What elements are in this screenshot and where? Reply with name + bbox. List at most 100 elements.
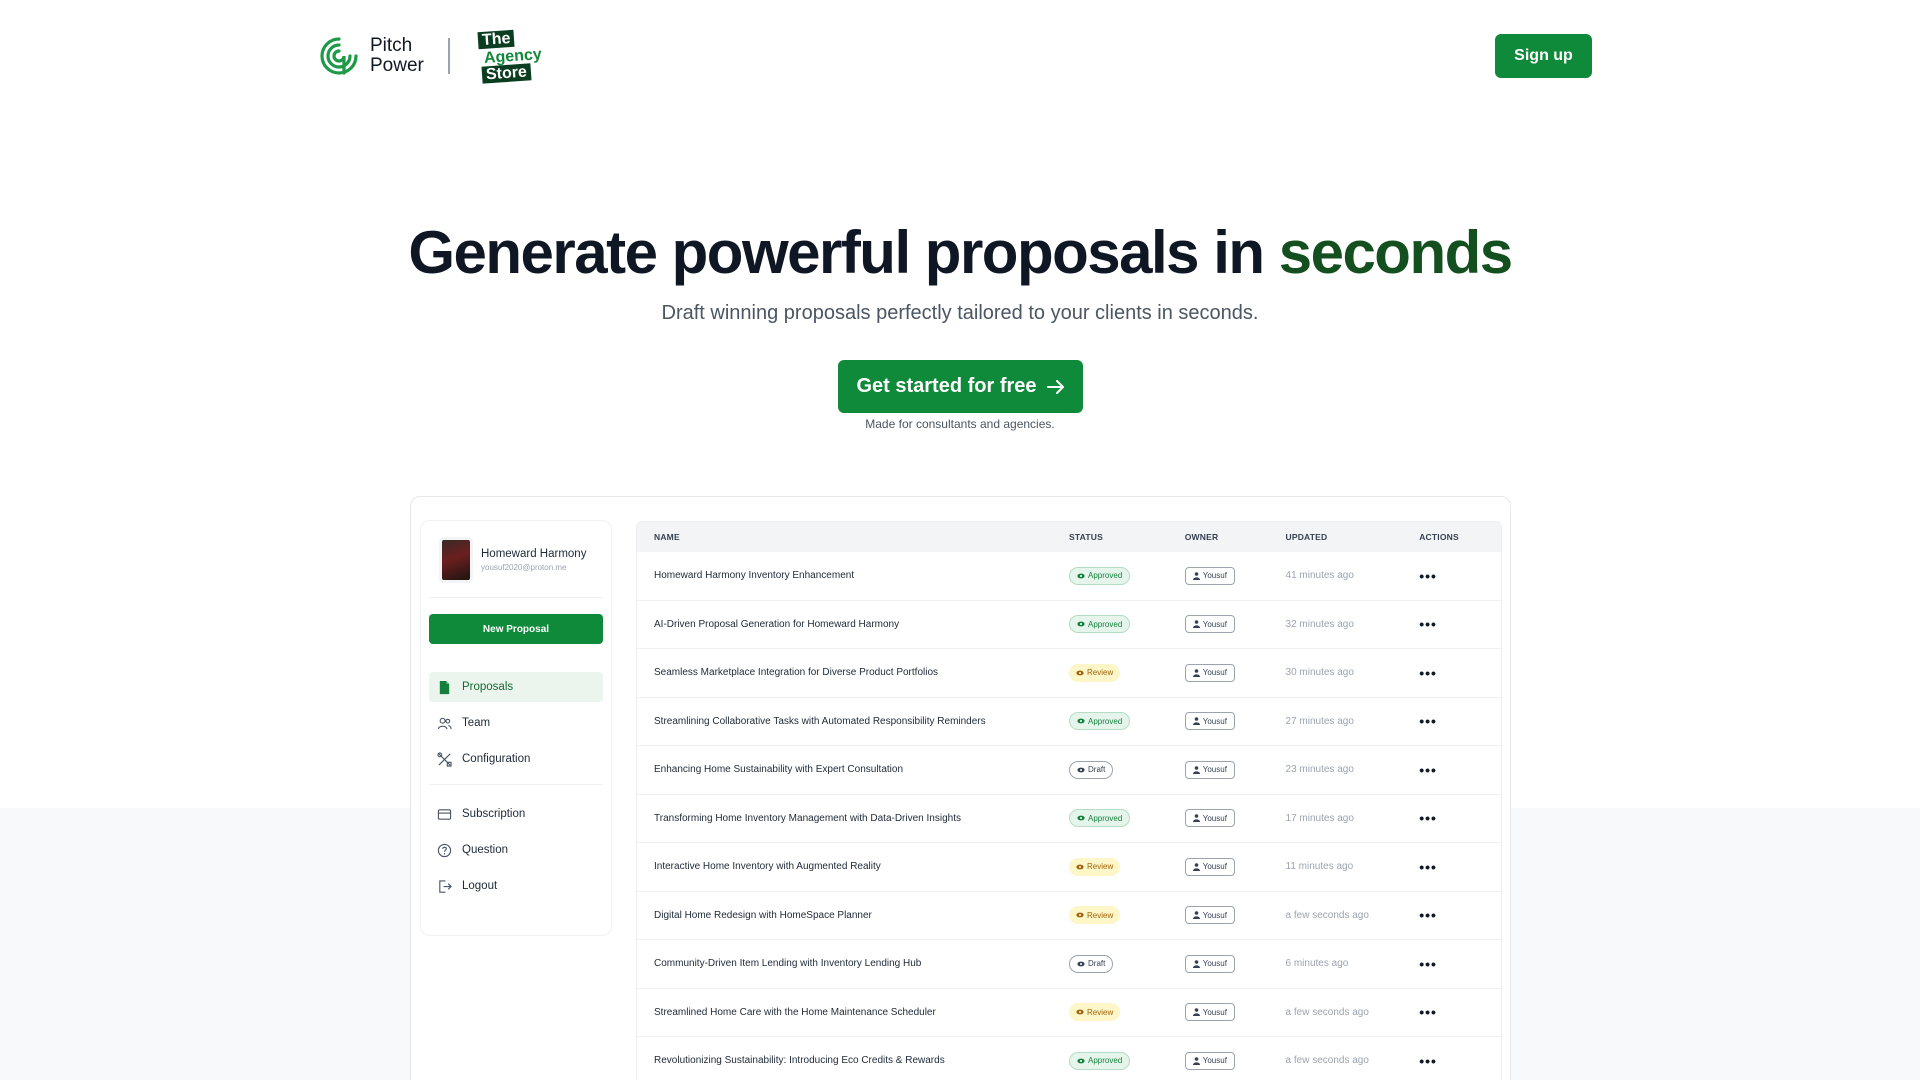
- status-label: Review: [1087, 668, 1114, 678]
- owner-cell: Yousuf: [1184, 760, 1286, 779]
- table-row[interactable]: Interactive Home Inventory with Augmente…: [637, 843, 1501, 892]
- owner-tag[interactable]: Yousuf: [1184, 809, 1235, 828]
- actions-cell: •••: [1419, 956, 1501, 972]
- owner-cell: Yousuf: [1184, 1051, 1286, 1070]
- actions-cell: •••: [1419, 859, 1501, 875]
- hero-title: Generate powerful proposals in seconds: [0, 218, 1920, 287]
- eye-icon: [1077, 573, 1085, 579]
- updated-time: 41 minutes ago: [1285, 570, 1354, 582]
- profile-email: yousuf2020@proton.me: [481, 563, 567, 572]
- user-icon: [1192, 959, 1200, 968]
- table-row[interactable]: Streamlined Home Care with the Home Main…: [637, 989, 1501, 1037]
- owner-cell: Yousuf: [1184, 663, 1286, 682]
- owner-tag[interactable]: Yousuf: [1184, 906, 1235, 925]
- proposal-name[interactable]: Seamless Marketplace Integration for Div…: [637, 667, 1069, 678]
- proposal-name[interactable]: Homeward Harmony Inventory Enhancement: [637, 570, 1069, 581]
- actions-cell: •••: [1419, 665, 1501, 681]
- more-actions-icon[interactable]: •••: [1419, 859, 1437, 875]
- updated-time: 17 minutes ago: [1285, 812, 1354, 824]
- table-row[interactable]: Streamlining Collaborative Tasks with Au…: [637, 698, 1501, 746]
- status-label: Approved: [1088, 716, 1123, 726]
- owner-name: Yousuf: [1202, 668, 1227, 678]
- table-row[interactable]: Transforming Home Inventory Management w…: [637, 795, 1501, 843]
- agency-logo-line3: Store: [481, 62, 532, 84]
- header-status[interactable]: STATUS: [1069, 532, 1185, 542]
- more-actions-icon[interactable]: •••: [1419, 810, 1437, 826]
- proposal-name[interactable]: Streamlined Home Care with the Home Main…: [637, 1007, 1069, 1018]
- more-actions-icon[interactable]: •••: [1419, 616, 1437, 632]
- owner-tag[interactable]: Yousuf: [1184, 760, 1235, 779]
- user-icon: [1192, 620, 1200, 629]
- new-proposal-button[interactable]: New Proposal: [429, 614, 603, 644]
- table-row[interactable]: Enhancing Home Sustainability with Exper…: [637, 746, 1501, 795]
- proposal-name[interactable]: Interactive Home Inventory with Augmente…: [637, 861, 1069, 872]
- table-row[interactable]: AI-Driven Proposal Generation for Homewa…: [637, 601, 1501, 649]
- table-row[interactable]: Community-Driven Item Lending with Inven…: [637, 940, 1501, 989]
- sidebar-item-question[interactable]: Question: [429, 835, 603, 865]
- pitch-power-logo[interactable]: Pitch Power: [318, 35, 424, 77]
- header-owner[interactable]: OWNER: [1185, 532, 1286, 542]
- owner-tag[interactable]: Yousuf: [1184, 615, 1235, 634]
- user-icon: [1192, 571, 1200, 580]
- sidebar-item-team[interactable]: Team: [429, 708, 603, 738]
- tools-icon: [437, 751, 452, 767]
- sidebar-item-logout[interactable]: Logout: [429, 871, 603, 901]
- proposal-name[interactable]: Enhancing Home Sustainability with Exper…: [637, 764, 1069, 775]
- sign-up-button[interactable]: Sign up: [1495, 34, 1592, 78]
- updated-time: 11 minutes ago: [1285, 861, 1354, 873]
- table-row[interactable]: Homeward Harmony Inventory Enhancement Ap…: [637, 552, 1501, 601]
- profile-card[interactable]: Homeward Harmony yousuf2020@proton.me: [429, 521, 603, 598]
- cta-note: Made for consultants and agencies.: [865, 417, 1055, 431]
- proposal-name[interactable]: Community-Driven Item Lending with Inven…: [637, 958, 1069, 969]
- owner-tag[interactable]: Yousuf: [1184, 663, 1235, 682]
- owner-cell: Yousuf: [1184, 906, 1286, 925]
- proposal-name[interactable]: Digital Home Redesign with HomeSpace Pla…: [637, 910, 1069, 921]
- status-cell: Approved: [1069, 809, 1185, 828]
- more-actions-icon[interactable]: •••: [1419, 762, 1437, 778]
- more-actions-icon[interactable]: •••: [1419, 1004, 1437, 1020]
- updated-time: a few seconds ago: [1285, 909, 1369, 921]
- user-icon: [1192, 1056, 1200, 1065]
- updated-time: 27 minutes ago: [1285, 715, 1354, 727]
- agency-store-logo[interactable]: The Agency Store: [477, 29, 547, 84]
- more-actions-icon[interactable]: •••: [1419, 907, 1437, 923]
- owner-tag[interactable]: Yousuf: [1184, 1051, 1235, 1070]
- owner-tag[interactable]: Yousuf: [1184, 857, 1235, 876]
- sidebar-item-subscription[interactable]: Subscription: [429, 799, 603, 829]
- header-name[interactable]: NAME: [637, 532, 1069, 542]
- pitch-power-logo-icon: [320, 37, 358, 75]
- arrow-right-icon: [1046, 379, 1064, 394]
- more-actions-icon[interactable]: •••: [1419, 568, 1437, 584]
- owner-tag[interactable]: Yousuf: [1184, 566, 1235, 585]
- updated-time: 6 minutes ago: [1285, 958, 1349, 970]
- owner-name: Yousuf: [1202, 1007, 1227, 1017]
- brand-name: Pitch Power: [370, 36, 424, 76]
- proposal-name[interactable]: Streamlining Collaborative Tasks with Au…: [637, 716, 1069, 727]
- hero-subtitle: Draft winning proposals perfectly tailor…: [661, 302, 1259, 324]
- get-started-button[interactable]: Get started for free: [838, 360, 1083, 413]
- owner-cell: Yousuf: [1184, 615, 1286, 634]
- more-actions-icon[interactable]: •••: [1419, 665, 1437, 681]
- owner-name: Yousuf: [1202, 571, 1227, 581]
- proposal-name[interactable]: AI-Driven Proposal Generation for Homewa…: [637, 619, 1069, 630]
- sidebar-item-label: Proposals: [462, 681, 514, 693]
- proposal-name[interactable]: Revolutionizing Sustainability: Introduc…: [637, 1055, 1069, 1066]
- more-actions-icon[interactable]: •••: [1419, 956, 1437, 972]
- sidebar-item-configuration[interactable]: Configuration: [429, 744, 603, 774]
- owner-tag[interactable]: Yousuf: [1184, 1003, 1235, 1022]
- table-row[interactable]: Seamless Marketplace Integration for Div…: [637, 649, 1501, 698]
- status-label: Draft: [1088, 959, 1106, 969]
- table-row[interactable]: Digital Home Redesign with HomeSpace Pla…: [637, 892, 1501, 940]
- logout-icon: [439, 879, 452, 893]
- table-row[interactable]: Revolutionizing Sustainability: Introduc…: [637, 1037, 1501, 1080]
- user-icon: [1192, 765, 1200, 774]
- sidebar-item-proposals[interactable]: Proposals: [429, 672, 603, 702]
- owner-tag[interactable]: Yousuf: [1184, 954, 1235, 973]
- proposal-name[interactable]: Transforming Home Inventory Management w…: [637, 813, 1069, 824]
- user-icon: [1192, 668, 1200, 677]
- owner-tag[interactable]: Yousuf: [1184, 712, 1235, 731]
- more-actions-icon[interactable]: •••: [1419, 1053, 1437, 1069]
- actions-cell: •••: [1419, 907, 1501, 923]
- more-actions-icon[interactable]: •••: [1419, 713, 1437, 729]
- header-updated[interactable]: UPDATED: [1286, 532, 1420, 542]
